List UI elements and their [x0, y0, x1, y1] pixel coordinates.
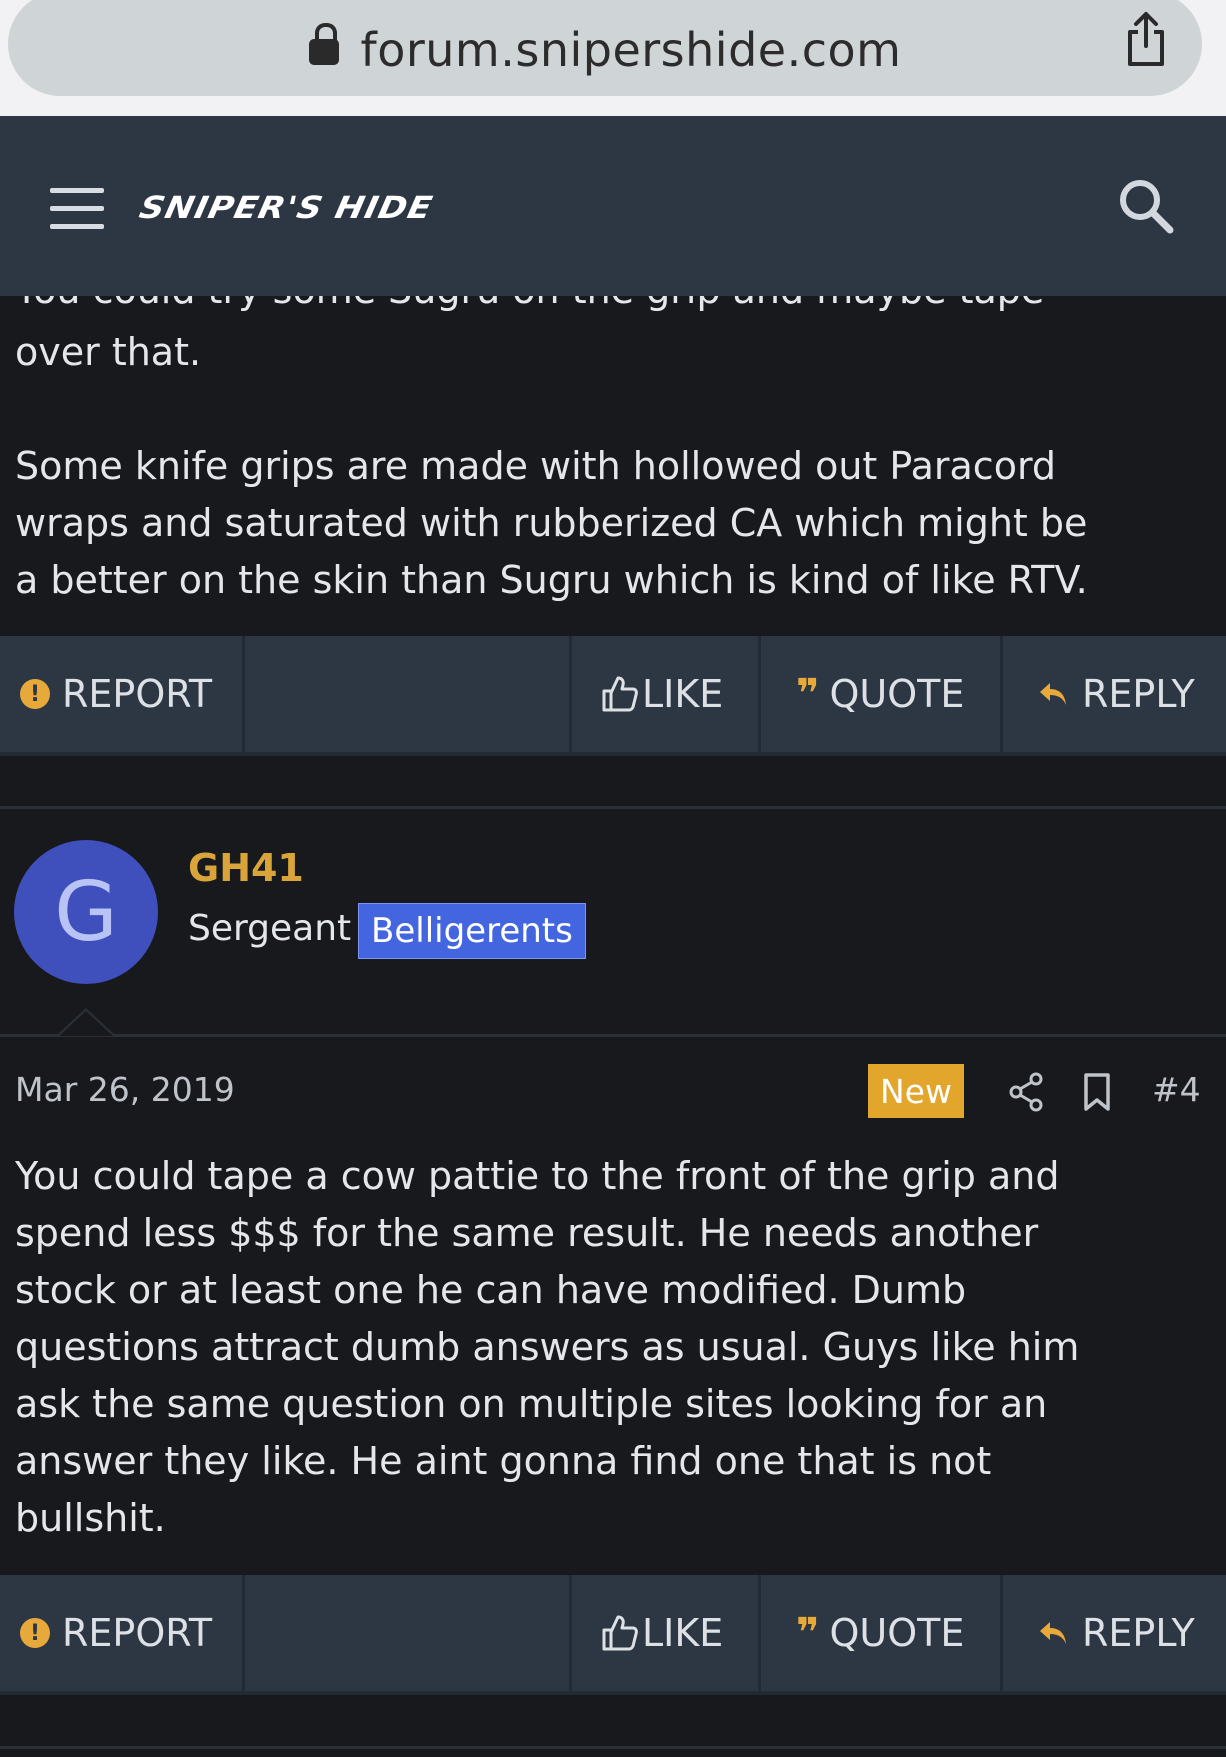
- like-button[interactable]: LIKE: [600, 1575, 723, 1691]
- report-icon: !: [20, 1618, 50, 1648]
- reply-label: REPLY: [1082, 672, 1195, 716]
- quote-button[interactable]: ❞ QUOTE: [796, 1575, 964, 1691]
- report-label: REPORT: [62, 672, 213, 716]
- avatar[interactable]: G: [14, 840, 158, 984]
- browser-share-icon[interactable]: [1122, 10, 1170, 68]
- message-pointer: [56, 1008, 116, 1036]
- quote-icon: ❞: [796, 1610, 820, 1656]
- like-label: LIKE: [642, 1611, 724, 1655]
- user-rank: Sergeant: [188, 908, 352, 949]
- address-bar[interactable]: forum.snipershide.com: [8, 0, 1202, 96]
- report-label: REPORT: [62, 1611, 213, 1655]
- like-label: LIKE: [642, 672, 724, 716]
- search-icon[interactable]: [1118, 178, 1174, 234]
- browser-toolbar: forum.snipershide.com: [0, 0, 1226, 116]
- bookmark-icon[interactable]: [1082, 1072, 1112, 1112]
- post-body: over that. Some knife grips are made wit…: [15, 330, 1088, 602]
- quote-label: QUOTE: [829, 1611, 965, 1655]
- post-action-bar: ! REPORT LIKE ❞ QUOTE REPLY: [0, 1575, 1226, 1695]
- thumbs-up-icon: [602, 676, 638, 712]
- quote-icon: ❞: [796, 671, 820, 717]
- thumbs-up-icon: [602, 1615, 638, 1651]
- post-body: You could tape a cow pattie to the front…: [15, 1154, 1080, 1540]
- menu-icon[interactable]: [50, 188, 104, 229]
- reply-icon: [1040, 1622, 1066, 1644]
- reply-button[interactable]: REPLY: [1038, 636, 1195, 752]
- share-icon[interactable]: [1006, 1070, 1046, 1114]
- username[interactable]: GH41: [188, 846, 304, 890]
- quote-button[interactable]: ❞ QUOTE: [796, 636, 964, 752]
- report-button[interactable]: ! REPORT: [20, 636, 212, 752]
- post-number-link[interactable]: #4: [1152, 1070, 1201, 1109]
- like-button[interactable]: LIKE: [600, 636, 723, 752]
- reply-button[interactable]: REPLY: [1038, 1575, 1195, 1691]
- lock-icon: [308, 23, 339, 67]
- report-icon: !: [20, 679, 50, 709]
- site-logo[interactable]: SNIPER'S HIDE: [136, 190, 436, 226]
- site-header: SNIPER'S HIDE: [0, 116, 1226, 296]
- report-button[interactable]: ! REPORT: [20, 1575, 212, 1691]
- reply-label: REPLY: [1082, 1611, 1195, 1655]
- reply-icon: [1040, 683, 1066, 705]
- quote-label: QUOTE: [829, 672, 965, 716]
- post-date[interactable]: Mar 26, 2019: [15, 1070, 235, 1109]
- new-badge: New: [868, 1064, 964, 1118]
- post-action-bar: ! REPORT LIKE ❞ QUOTE REPLY: [0, 636, 1226, 756]
- user-group-badge: Belligerents: [358, 903, 586, 959]
- url-text: forum.snipershide.com: [360, 23, 902, 77]
